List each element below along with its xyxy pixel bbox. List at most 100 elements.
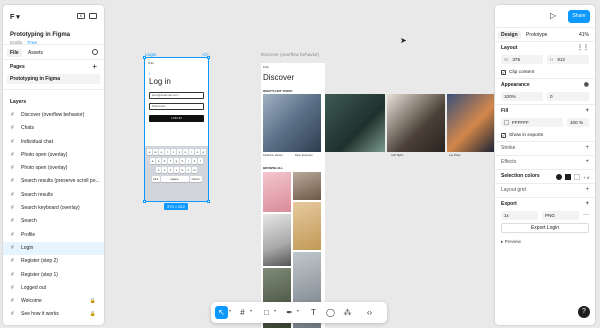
add-layout-grid-icon[interactable]: + xyxy=(585,184,589,197)
move-tool-icon[interactable]: ↖ xyxy=(215,306,228,319)
tab-file[interactable]: File xyxy=(7,49,22,57)
export-scale-select[interactable]: 1x xyxy=(501,211,538,220)
layer-item[interactable]: # Profile xyxy=(3,229,104,242)
lock-icon[interactable]: 🔒 xyxy=(90,295,96,308)
zoom-level[interactable]: 41% xyxy=(579,32,589,38)
stroke-header[interactable]: Stroke + xyxy=(495,142,595,155)
export-format-select[interactable]: PNG xyxy=(542,211,579,220)
lock-icon[interactable]: 🔒 xyxy=(90,308,96,321)
hot-photo xyxy=(263,94,321,152)
grid-photo xyxy=(263,214,291,266)
selection-colors[interactable]: + 4 xyxy=(556,174,589,180)
color-swatch[interactable] xyxy=(574,174,581,180)
tab-prototype[interactable]: Prototype xyxy=(523,31,550,39)
export-button[interactable]: Export Login xyxy=(501,223,589,233)
show-in-exports-checkbox[interactable]: ✓ xyxy=(501,133,506,138)
keyboard-key: y xyxy=(177,148,182,155)
layer-item[interactable]: # Login xyxy=(3,241,104,256)
layer-item[interactable]: # Search results xyxy=(3,189,104,202)
layer-item[interactable]: # Register (step 2) xyxy=(3,255,104,268)
layer-item[interactable]: # Search results (preserve scroll po... xyxy=(3,175,104,188)
height-field[interactable]: H 812 xyxy=(547,55,589,64)
frame-tool-icon[interactable]: # xyxy=(236,306,249,319)
effects-header[interactable]: Effects + xyxy=(495,156,595,169)
keyboard-row: qwertyuiop xyxy=(145,148,208,155)
chevron-down-icon[interactable]: ▾ xyxy=(297,308,299,313)
layout-section: Layout ⋮⋮ W 375 H 812 ✓ Clip content xyxy=(495,42,595,79)
layer-label: Search results (preserve scroll po... xyxy=(21,178,100,185)
layer-item[interactable]: # Chats xyxy=(3,122,104,135)
visibility-icon[interactable]: ◉ xyxy=(584,79,589,92)
dev-mode-icon[interactable]: ‹› xyxy=(363,306,376,319)
ui3-badge-icon[interactable]: K xyxy=(77,13,85,19)
comment-tool-icon[interactable]: ◯ xyxy=(324,306,337,319)
show-in-exports-row[interactable]: ✓ Show in exports xyxy=(495,130,595,141)
login-frame[interactable]: 9:41 ‹ Log in jane@example.com Password … xyxy=(143,56,210,203)
resize-handle[interactable] xyxy=(207,200,210,203)
layer-item[interactable]: # Photo open (overlay) xyxy=(3,149,104,162)
add-fill-icon[interactable]: + xyxy=(585,105,589,118)
layer-item[interactable]: # Register (step 1) xyxy=(3,269,104,282)
layer-item[interactable]: # Search keyboard (overlay) xyxy=(3,202,104,215)
layer-item[interactable]: # Photo open (overlay) xyxy=(3,162,104,175)
layer-item[interactable]: # Individual chat xyxy=(3,136,104,149)
layer-item[interactable]: # Discover (overflow behavior) xyxy=(3,109,104,122)
panel-toggle-icon[interactable] xyxy=(89,13,97,19)
tab-design[interactable]: Design xyxy=(498,31,521,39)
add-export-icon[interactable]: + xyxy=(585,198,589,211)
more-options-icon[interactable]: ··· xyxy=(583,211,589,220)
more-colors[interactable]: + 4 xyxy=(583,175,589,180)
layout-grid-header[interactable]: Layout grid + xyxy=(495,184,595,197)
help-button[interactable]: ? xyxy=(578,306,590,318)
fill-swatch[interactable] xyxy=(504,120,509,126)
discover-frame-label[interactable]: Discover (overflow behavior) xyxy=(261,52,319,57)
play-icon[interactable]: ▷ xyxy=(550,11,556,20)
keyboard-key: e xyxy=(159,148,164,155)
layer-label: Search keyboard (overlay) xyxy=(21,205,80,212)
rectangle-tool-icon[interactable]: □ xyxy=(260,306,273,319)
add-page-icon[interactable]: + xyxy=(92,60,97,74)
figma-menu-icon[interactable]: F ▾ xyxy=(10,13,20,21)
export-preview-toggle[interactable]: ▸ Preview xyxy=(495,236,595,248)
tab-assets[interactable]: Assets xyxy=(25,49,46,57)
layer-item[interactable]: # Welcome 🔒 xyxy=(3,295,104,308)
file-title[interactable]: Prototyping in Figma xyxy=(10,32,70,38)
chevron-down-icon[interactable]: ▾ xyxy=(274,308,276,313)
clip-content-checkbox[interactable]: ✓ xyxy=(501,70,506,75)
photo-caption: Lee Pham xyxy=(449,154,461,157)
resize-handle[interactable] xyxy=(143,56,146,59)
color-swatch[interactable] xyxy=(556,174,563,180)
clip-content-row[interactable]: ✓ Clip content xyxy=(495,67,595,78)
layout-header: Layout ⋮⋮ xyxy=(495,42,595,55)
login-frame-label[interactable]: Login xyxy=(145,52,156,57)
layout-options-icon[interactable]: ⋮⋮ xyxy=(577,42,589,55)
add-stroke-icon[interactable]: + xyxy=(585,142,589,155)
layer-label: Photo open (overlay) xyxy=(21,151,68,158)
resize-handle[interactable] xyxy=(207,56,210,59)
color-swatch[interactable] xyxy=(565,174,572,180)
stroke-label: Stroke xyxy=(501,145,516,151)
layer-item[interactable]: # Logged out xyxy=(3,282,104,295)
opacity-field[interactable]: 100% xyxy=(501,92,543,101)
chevron-down-icon[interactable]: ▾ xyxy=(229,308,231,313)
share-button[interactable]: Share xyxy=(568,10,590,23)
page-item[interactable]: Prototyping in Figma xyxy=(7,74,100,84)
resize-handle[interactable] xyxy=(143,200,146,203)
pen-tool-icon[interactable]: ✒ xyxy=(283,306,296,319)
fill-opacity-field[interactable]: 100 % xyxy=(567,118,589,127)
layer-item[interactable]: # Search xyxy=(3,215,104,228)
add-effect-icon[interactable]: + xyxy=(585,156,589,169)
width-field[interactable]: W 375 xyxy=(501,55,543,64)
discover-frame[interactable]: 9:41 Discover WHAT'S HOT TODAY Katherine… xyxy=(261,63,325,328)
corner-radius-field[interactable]: 0 xyxy=(547,92,589,101)
frame-size-badge: 375 × 812 xyxy=(164,203,188,210)
components-tool-icon[interactable]: ⁂ xyxy=(341,306,354,319)
search-icon[interactable] xyxy=(92,49,98,55)
keyboard-row: asdfghjkl xyxy=(145,157,208,164)
fill-color-field[interactable]: FFFFFF xyxy=(501,118,563,127)
layer-item[interactable]: # See how it works 🔒 xyxy=(3,308,104,321)
frame-icon: # xyxy=(11,218,14,225)
canvas[interactable]: Login </> Discover (overflow behavior) 9… xyxy=(104,0,494,328)
chevron-down-icon[interactable]: ▾ xyxy=(250,308,252,313)
text-tool-icon[interactable]: T xyxy=(307,306,320,319)
